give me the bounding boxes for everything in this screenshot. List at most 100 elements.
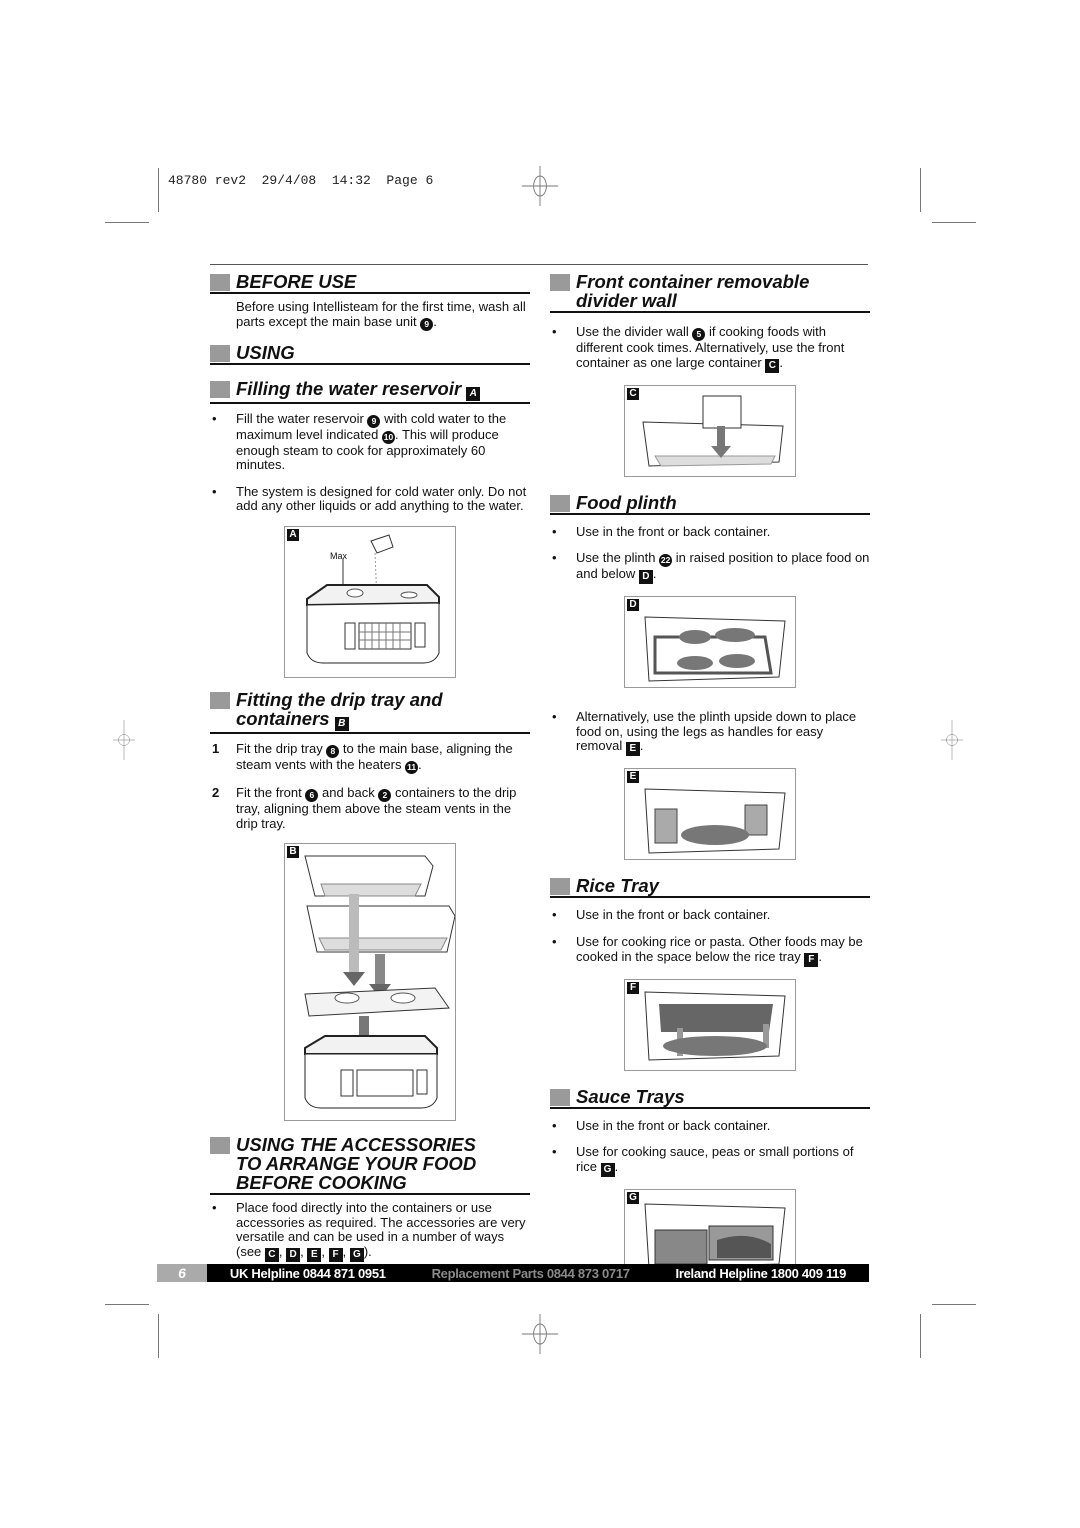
- ireland-helpline: Ireland Helpline 1800 409 119: [675, 1265, 847, 1281]
- section-header: BEFORE USE: [210, 272, 530, 294]
- figure-b: B: [284, 843, 456, 1122]
- list-item: • Place food directly into the containers…: [212, 1200, 526, 1262]
- plinth-bullets: • Use in the front or back container. • Use…: [550, 523, 870, 585]
- figure-c: C: [624, 384, 796, 477]
- replacement-parts: Replacement Parts 0844 873 0717: [431, 1265, 630, 1281]
- registration-mark: [941, 720, 963, 760]
- bullet-dot: •: [212, 410, 217, 426]
- bullet-dot: •: [552, 550, 557, 566]
- ref-circle: 9: [420, 317, 434, 331]
- figure-ref: E: [307, 1247, 322, 1262]
- sauce-trays-illustration: [644, 1203, 786, 1269]
- ref-circle: 5: [692, 328, 706, 341]
- section-header: Rice Tray: [550, 876, 870, 899]
- bullet-dot: •: [552, 907, 557, 923]
- section-header: Food plinth: [550, 493, 870, 515]
- figure-ref: A: [466, 386, 481, 401]
- uk-helpline: UK Helpline 0844 871 0951: [229, 1265, 386, 1281]
- section-header: Sauce Trays: [550, 1087, 870, 1109]
- registration-mark: [113, 720, 135, 760]
- section-marker: [550, 274, 570, 291]
- figure-e: E: [624, 768, 796, 861]
- section-header: Fitting the drip tray and containers B: [210, 690, 530, 734]
- left-column: BEFORE USE Before using Intellisteam for…: [210, 272, 530, 1274]
- crop-mark: [105, 1304, 149, 1305]
- filling-bullets: • Fill the water reservoir 9 with cold wa…: [210, 410, 530, 514]
- list-item: • Use in the front or back container.: [552, 523, 771, 539]
- section-header: Front container removable divider wall: [550, 272, 870, 313]
- crop-mark: [932, 222, 976, 223]
- section-title-before-use: BEFORE USE: [236, 271, 357, 292]
- ref-circle: 22: [659, 554, 673, 568]
- list-item: • Use the plinth 22 in raised position to…: [552, 550, 870, 585]
- list-item: • Use for cooking sauce, peas or small po…: [552, 1144, 854, 1177]
- step-item: 1 Fit the drip tray 8 to the main base, a…: [212, 740, 513, 774]
- figure-ref: D: [286, 1247, 301, 1262]
- ref-circle: 10: [381, 430, 395, 444]
- rice-bullets: • Use in the front or back container. • Use…: [550, 907, 870, 967]
- section-marker: [550, 878, 570, 896]
- ref-circle: 8: [326, 744, 340, 758]
- section-marker: [550, 494, 570, 512]
- section-marker: [210, 1137, 230, 1155]
- section-title-using: USING: [236, 341, 295, 363]
- footer-bar: 6 UK Helpline 0844 871 0951 Replacement …: [157, 1264, 869, 1282]
- list-item: • Fill the water reservoir 9 with cold wa…: [212, 410, 507, 473]
- section-marker: [210, 274, 230, 291]
- crop-mark: [158, 1314, 159, 1358]
- ref-circle: 9: [367, 414, 381, 428]
- section-marker: [210, 691, 230, 709]
- section-header: USING: [210, 343, 530, 365]
- plinth-bullets-2: • Alternatively, use the plinth upside do…: [550, 709, 870, 757]
- figure-ref: C: [765, 358, 780, 373]
- figure-ref: D: [638, 570, 653, 585]
- list-item: • The system is designed for cold water o…: [212, 483, 527, 514]
- figure-ref: G: [349, 1247, 364, 1262]
- registration-mark: [521, 166, 559, 206]
- rice-tray-illustration: [644, 991, 786, 1061]
- figure-f: F: [624, 978, 796, 1071]
- list-item: • Use in the front or back container.: [552, 1117, 771, 1133]
- crop-mark: [158, 168, 159, 212]
- bullet-dot: •: [212, 1200, 217, 1216]
- figure-d: D: [624, 596, 796, 689]
- divider-bullets: • Use the divider wall 5 if cooking foods…: [550, 324, 870, 373]
- bullet-dot: •: [552, 933, 557, 949]
- fitting-steps: 1 Fit the drip tray 8 to the main base, a…: [210, 740, 530, 831]
- section-header: Filling the water reservoir A: [210, 379, 530, 404]
- crop-mark: [105, 222, 149, 223]
- crop-mark: [932, 1304, 976, 1305]
- print-slug: 48780 rev2 29/4/08 14:32 Page 6: [168, 173, 434, 188]
- bullet-dot: •: [552, 1144, 557, 1160]
- bullet-dot: •: [552, 324, 557, 339]
- step-number: 2: [212, 784, 220, 800]
- section-title-sauce: Sauce Trays: [576, 1085, 685, 1107]
- sauce-bullets: • Use in the front or back container. • Use…: [550, 1117, 870, 1177]
- section-marker: [210, 380, 230, 398]
- ref-circle: 2: [378, 788, 392, 802]
- plinth-raised-illustration: [644, 616, 786, 682]
- step-item: 2 Fit the front 6 and back 2 containers t…: [212, 784, 517, 831]
- figure-ref: C: [264, 1247, 279, 1262]
- figure-ref: B: [334, 716, 349, 731]
- section-marker: [210, 344, 230, 362]
- ref-circle: 6: [305, 788, 319, 802]
- section-title-accessories: USING THE ACCESSORIES TO ARRANGE YOUR FOO…: [236, 1134, 477, 1194]
- before-use-text: Before using Intellisteam for the first …: [236, 299, 526, 331]
- section-marker: [550, 1088, 570, 1106]
- step-number: 1: [212, 740, 220, 756]
- section-title-divider: Front container removable divider wall: [576, 271, 810, 311]
- section-header: USING THE ACCESSORIES TO ARRANGE YOUR FOO…: [210, 1134, 530, 1196]
- plinth-upside-down-illustration: [644, 788, 786, 854]
- list-item: • Use for cooking rice or pasta. Other fo…: [552, 933, 863, 967]
- page-number: 6: [157, 1264, 207, 1282]
- figure-ref: F: [804, 952, 819, 967]
- ref-circle: 11: [405, 760, 419, 774]
- top-rule: [210, 264, 868, 265]
- figure-ref: G: [600, 1162, 615, 1177]
- figure-ref: E: [625, 742, 640, 757]
- section-title-filling: Filling the water reservoir A: [236, 379, 530, 402]
- list-item: • Alternatively, use the plinth upside do…: [552, 709, 857, 757]
- helpline-bar: UK Helpline 0844 871 0951 Replacement Pa…: [207, 1264, 869, 1282]
- bullet-dot: •: [552, 709, 557, 725]
